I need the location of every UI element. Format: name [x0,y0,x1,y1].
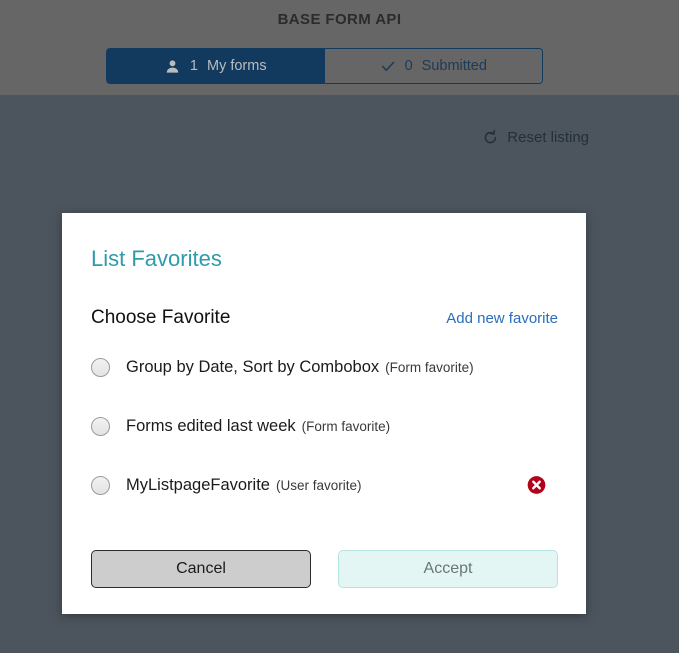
favorite-radio-2[interactable] [91,475,110,495]
favorites-list: Group by Date, Sort by Combobox (Form fa… [91,353,558,530]
delete-circle-x-icon[interactable] [527,476,546,495]
favorite-type-1: (Form favorite) [301,418,391,434]
favorite-label-1: Forms edited last week [126,416,296,435]
favorite-label-0: Group by Date, Sort by Combobox [126,357,380,376]
dialog-footer: Cancel Accept [91,550,558,588]
dialog-title: List Favorites [91,246,222,271]
add-new-favorite-link[interactable]: Add new favorite [446,310,558,327]
favorite-type-0: (Form favorite) [385,359,474,375]
favorite-radio-0[interactable] [91,357,110,377]
list-favorites-dialog: List Favorites Choose Favorite Add new f… [62,213,586,614]
favorite-type-2: (User favorite) [275,477,362,493]
choose-favorite-heading: Choose Favorite [91,307,231,328]
list-item[interactable]: Forms edited last week (Form favorite) [91,412,558,440]
cancel-button[interactable]: Cancel [91,550,311,588]
list-item[interactable]: MyListpageFavorite (User favorite) [91,471,558,499]
accept-button[interactable]: Accept [338,550,558,588]
favorite-label-2: MyListpageFavorite [126,475,270,494]
favorite-radio-1[interactable] [91,416,110,436]
list-item[interactable]: Group by Date, Sort by Combobox (Form fa… [91,353,558,381]
dialog-subhead-row: Choose Favorite Add new favorite [91,307,558,329]
modal-overlay: List Favorites Choose Favorite Add new f… [0,0,679,653]
